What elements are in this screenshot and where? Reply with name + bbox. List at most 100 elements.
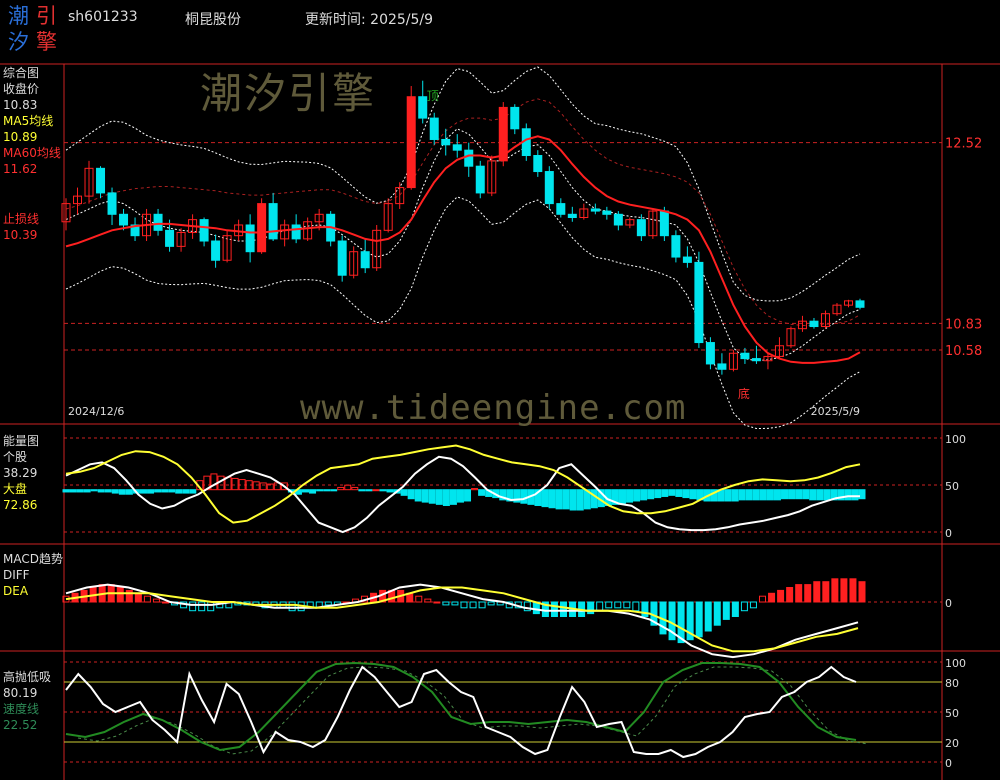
energy-bar-36 xyxy=(316,489,324,492)
energy-axis-label-1: 50 xyxy=(945,480,959,493)
energy-bar-71 xyxy=(562,489,570,510)
main-item-label-1: MA5均线 xyxy=(3,114,54,128)
macd-series-0 xyxy=(65,583,859,659)
candle-body-9 xyxy=(165,229,175,247)
energy-bar-86 xyxy=(668,489,676,496)
macd-item-label-0: DIFF xyxy=(3,568,30,582)
macd-bar-79 xyxy=(777,589,785,603)
energy-bar-105 xyxy=(802,489,810,500)
energy-bar-113 xyxy=(858,489,866,500)
energy-bar-0 xyxy=(62,489,70,493)
energy-bar-1 xyxy=(69,489,77,493)
energy-bar-18 xyxy=(189,489,197,494)
candle-body-4 xyxy=(107,192,117,215)
energy-bar-72 xyxy=(569,489,577,511)
energy-bar-15 xyxy=(168,489,176,493)
candle-body-39 xyxy=(510,106,520,130)
osc-axis-label-0: 100 xyxy=(945,657,966,670)
osc-axis-label-4: 0 xyxy=(945,757,952,770)
candle-body-26 xyxy=(360,251,370,269)
macd-axis-label-0: 0 xyxy=(945,597,952,610)
energy-item-label-0: 个股 xyxy=(3,450,28,464)
energy-bar-106 xyxy=(809,489,817,501)
energy-bar-43 xyxy=(365,489,373,492)
bottom-marker: 底 xyxy=(738,386,750,401)
candle-body-42 xyxy=(544,171,554,205)
osc-panel: 100 80 50 20 0 xyxy=(64,657,966,770)
macd-bar-85 xyxy=(831,578,839,603)
macd-bar-39 xyxy=(415,595,423,603)
candle-body-53 xyxy=(671,235,681,258)
energy-bar-16 xyxy=(175,489,183,494)
macd-bar-71 xyxy=(704,601,712,632)
energy-bar-103 xyxy=(788,489,796,500)
watermark-cn: 潮汐引擎 xyxy=(200,69,377,118)
energy-axis-label-2: 0 xyxy=(945,527,952,540)
macd-bar-43 xyxy=(451,601,459,606)
main-axis-label-2: 10.58 xyxy=(945,344,982,359)
osc-item-label-1: 速度线 xyxy=(3,702,40,716)
energy-bar-89 xyxy=(689,489,697,500)
energy-bar-54 xyxy=(442,489,450,506)
energy-bar-80 xyxy=(626,489,634,503)
energy-bar-46 xyxy=(386,489,394,493)
macd-bar-86 xyxy=(840,578,848,603)
energy-bar-11 xyxy=(139,489,147,494)
candle-body-8 xyxy=(153,213,163,231)
macd-bar-10 xyxy=(152,598,160,603)
candle-body-56 xyxy=(705,342,715,365)
candle-body-59 xyxy=(740,352,750,360)
energy-bar-41 xyxy=(351,486,359,491)
macd-bar-72 xyxy=(713,601,721,626)
energy-bar-2 xyxy=(76,489,84,493)
osc-axis-label-1: 80 xyxy=(945,677,959,690)
energy-bar-68 xyxy=(541,489,549,508)
macd-bar-62 xyxy=(623,601,631,609)
energy-bar-94 xyxy=(724,489,732,502)
energy-bar-104 xyxy=(795,489,803,500)
energy-bar-107 xyxy=(816,489,824,501)
energy-bar-99 xyxy=(759,489,767,501)
energy-bar-85 xyxy=(661,489,669,497)
energy-bar-37 xyxy=(323,489,331,492)
candle-body-20 xyxy=(291,224,301,240)
energy-item-value-0: 38.29 xyxy=(3,466,38,480)
macd-bar-45 xyxy=(469,601,477,609)
candle-body-55 xyxy=(694,261,704,344)
macd-bar-54 xyxy=(550,601,558,617)
main-item-label-2: MA60均线 xyxy=(3,146,61,160)
macd-bar-80 xyxy=(786,587,794,603)
energy-bar-17 xyxy=(182,489,190,494)
macd-bar-40 xyxy=(424,598,432,603)
energy-bar-81 xyxy=(633,489,641,502)
energy-bar-27 xyxy=(252,481,260,491)
energy-bar-79 xyxy=(618,489,626,504)
macd-bar-87 xyxy=(849,578,857,603)
energy-bar-102 xyxy=(781,489,789,500)
candle-body-34 xyxy=(452,144,462,151)
osc-item-value-0: 80.19 xyxy=(3,686,38,700)
macd-bar-15 xyxy=(198,601,206,612)
energy-bar-4 xyxy=(90,489,98,492)
osc-axis-label-2: 50 xyxy=(945,707,959,720)
macd-bar-78 xyxy=(768,592,776,603)
energy-bar-13 xyxy=(154,489,162,493)
macd-bar-29 xyxy=(324,601,332,606)
energy-bar-3 xyxy=(83,489,91,493)
macd-bar-73 xyxy=(722,601,730,620)
macd-bar-47 xyxy=(487,601,495,606)
energy-series-1 xyxy=(65,444,861,524)
candle-body-16 xyxy=(245,224,255,253)
energy-bar-49 xyxy=(407,489,415,500)
energy-item-label-1: 大盘 xyxy=(3,482,28,496)
candle-body-44 xyxy=(567,213,577,219)
energy-title: 能量图 xyxy=(3,434,40,448)
macd-bar-76 xyxy=(749,601,757,609)
macd-title: MACD趋势 xyxy=(3,552,63,566)
energy-bar-101 xyxy=(773,489,781,501)
candle-body-48 xyxy=(613,213,623,226)
energy-bar-108 xyxy=(823,489,831,501)
energy-bar-83 xyxy=(647,489,655,500)
energy-bar-97 xyxy=(745,489,753,501)
energy-bar-42 xyxy=(358,489,366,492)
